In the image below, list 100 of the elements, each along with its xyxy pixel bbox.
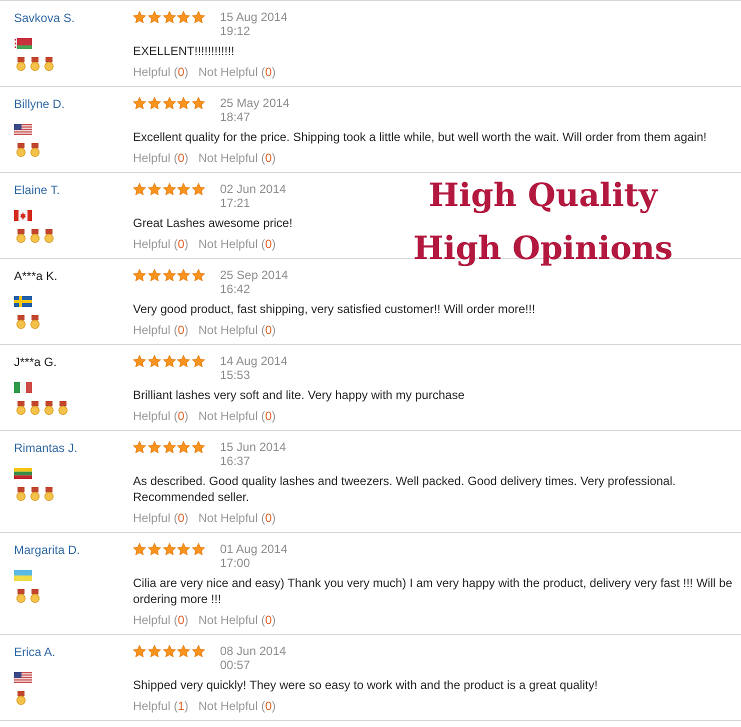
medal-icon [30, 143, 40, 157]
medal-icon [30, 57, 40, 71]
flag-icon [14, 382, 32, 393]
review-text: Excellent quality for the price. Shipping took a little while, but well worth the wait. Will order from them again! [133, 129, 707, 145]
star-icon [192, 355, 205, 368]
star-icon [133, 441, 146, 454]
star-icon [133, 183, 146, 196]
review-date: 02 Jun 2014 [220, 182, 286, 196]
medal-icon [16, 401, 26, 415]
medal-icon [44, 57, 54, 71]
reviewer-name[interactable]: Margarita D. [14, 542, 80, 558]
helpful-button[interactable]: Helpful (0) [133, 236, 188, 252]
promo-headline: High Opinions [413, 228, 673, 269]
star-icon [177, 269, 190, 282]
review-text: Great Lashes awesome price! [133, 215, 292, 231]
star-icon [177, 183, 190, 196]
medal-icon [16, 57, 26, 71]
star-icon [177, 645, 190, 658]
star-icon [192, 97, 205, 110]
review-date: 15 Jun 2014 [220, 440, 286, 454]
review-date: 25 May 2014 [220, 96, 290, 110]
star-icon [148, 97, 161, 110]
helpful-button[interactable]: Helpful (0) [133, 150, 188, 166]
flag-icon [14, 672, 32, 683]
review-text: Brilliant lashes very soft and lite. Very happy with my purchase [133, 387, 464, 403]
star-icon [177, 97, 190, 110]
star-icon [192, 543, 205, 556]
star-icon [162, 11, 176, 24]
star-icon [162, 269, 176, 282]
reviewer-name[interactable]: Rimantas J. [14, 440, 78, 456]
review-text: Very good product, fast shipping, very satisfied customer!! Will order more!!! [133, 301, 536, 317]
medal-icon [16, 229, 26, 243]
reviewer-name[interactable]: Erica A. [14, 644, 56, 660]
star-icon [133, 269, 146, 282]
medal-icon [30, 315, 40, 329]
star-icon [148, 355, 161, 368]
not-helpful-button[interactable]: Not Helpful (0) [198, 698, 276, 714]
star-icon [192, 441, 205, 454]
review-time: 17:00 [220, 556, 250, 570]
reviewer-name: J***a G. [14, 354, 57, 370]
review-date: 15 Aug 2014 [220, 10, 288, 24]
star-icon [162, 441, 176, 454]
medal-icon [16, 589, 26, 603]
review-date: 25 Sep 2014 [220, 268, 288, 282]
review-text: EXELLENT!!!!!!!!!!!! [133, 43, 234, 59]
helpful-button[interactable]: Helpful (0) [133, 322, 188, 338]
flag-icon [14, 38, 32, 49]
medal-icon [30, 487, 40, 501]
not-helpful-button[interactable]: Not Helpful (0) [198, 150, 276, 166]
star-icon [148, 183, 161, 196]
medal-icon [44, 401, 54, 415]
star-icon [148, 269, 161, 282]
star-icon [192, 645, 205, 658]
review-time: 18:47 [220, 110, 250, 124]
star-icon [192, 11, 205, 24]
flag-icon [14, 468, 32, 479]
medal-icon [16, 315, 26, 329]
medal-icon [44, 487, 54, 501]
medal-icon [30, 229, 40, 243]
star-icon [148, 441, 161, 454]
not-helpful-button[interactable]: Not Helpful (0) [198, 64, 276, 80]
medal-icon [16, 143, 26, 157]
star-icon [177, 11, 190, 24]
star-icon [162, 97, 176, 110]
star-icon [162, 183, 176, 196]
star-icon [162, 645, 176, 658]
review-date: 01 Aug 2014 [220, 542, 288, 556]
flag-icon [14, 210, 32, 221]
helpful-button[interactable]: Helpful (0) [133, 510, 188, 526]
review-date: 14 Aug 2014 [220, 354, 288, 368]
reviewer-name[interactable]: Savkova S. [14, 10, 75, 26]
helpful-button[interactable]: Helpful (0) [133, 64, 188, 80]
star-icon [133, 543, 146, 556]
review-time: 19:12 [220, 24, 250, 38]
star-icon [133, 645, 146, 658]
review-text: Shipped very quickly! They were so easy to work with and the product is a great quality! [133, 677, 598, 693]
star-icon [133, 97, 146, 110]
not-helpful-button[interactable]: Not Helpful (0) [198, 408, 276, 424]
medal-icon [16, 487, 26, 501]
not-helpful-button[interactable]: Not Helpful (0) [198, 612, 276, 628]
promo-headline: High Quality [428, 175, 658, 216]
flag-icon [14, 124, 32, 135]
star-icon [177, 543, 190, 556]
review-time: 17:21 [220, 196, 250, 210]
star-icon [192, 269, 205, 282]
helpful-button[interactable]: Helpful (1) [133, 698, 188, 714]
review-time: 16:42 [220, 282, 250, 296]
review-text: Cilia are very nice and easy) Thank you very much) I am very happy with the product, delivery very fast !!! Will be ordering more !!! [133, 575, 734, 607]
medal-icon [30, 401, 40, 415]
not-helpful-button[interactable]: Not Helpful (0) [198, 510, 276, 526]
not-helpful-button[interactable]: Not Helpful (0) [198, 236, 276, 252]
helpful-button[interactable]: Helpful (0) [133, 612, 188, 628]
reviewer-name[interactable]: Billyne D. [14, 96, 65, 112]
review-text: As described. Good quality lashes and tweezers. Well packed. Good delivery times. Very professional. Recommended seller. [133, 473, 677, 505]
not-helpful-button[interactable]: Not Helpful (0) [198, 322, 276, 338]
reviewer-name[interactable]: Elaine T. [14, 182, 60, 198]
star-icon [162, 543, 176, 556]
flag-icon [14, 570, 32, 581]
helpful-button[interactable]: Helpful (0) [133, 408, 188, 424]
star-icon [162, 355, 176, 368]
